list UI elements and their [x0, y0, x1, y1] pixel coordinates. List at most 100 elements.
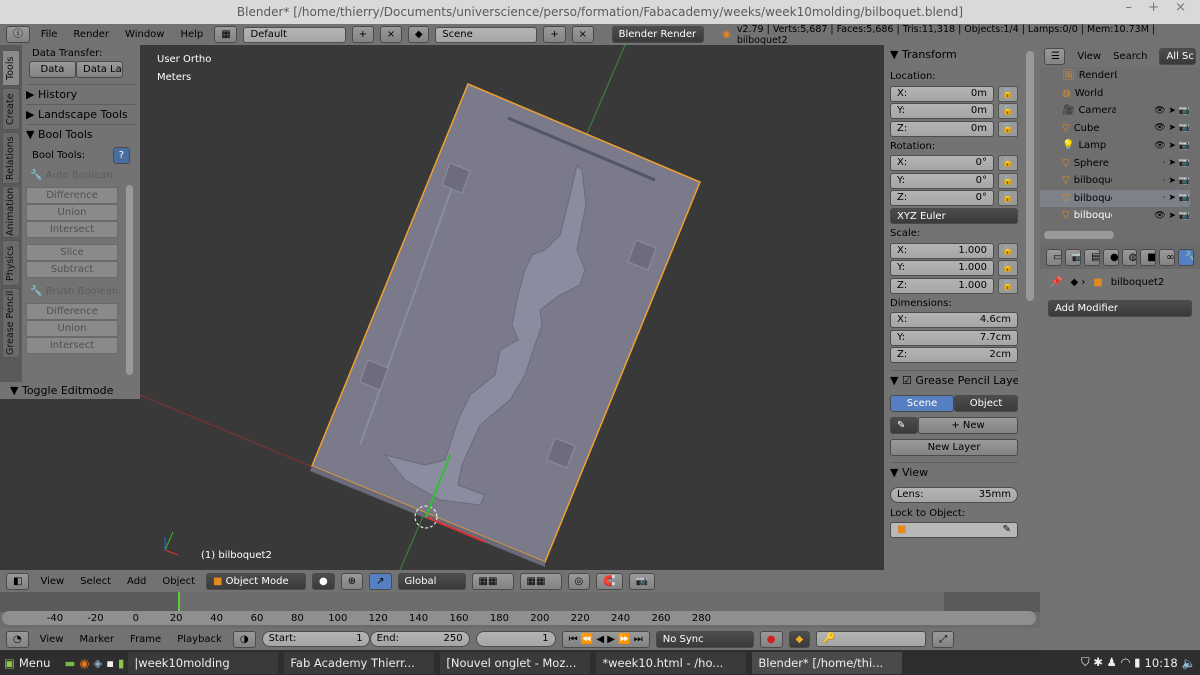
outliner-type-icon[interactable]: ☰ [1044, 47, 1066, 65]
add-icon[interactable]: + [543, 26, 566, 43]
keyframe-icon[interactable]: ◆ [788, 630, 811, 648]
visibility-icons[interactable]: 👁 ➤ 📷 [1154, 141, 1190, 151]
window-controls[interactable]: – + × [1125, 0, 1192, 15]
lock-icon[interactable]: 🔓 [998, 85, 1018, 102]
taskbar-window-button[interactable]: Fab Academy Thierr... [284, 651, 435, 674]
scene-icon[interactable]: ◆ [407, 26, 430, 43]
properties-type-icon[interactable]: ▭ [1046, 248, 1062, 266]
outliner-item[interactable]: 💡 Lamp 👁 ➤ 📷 [1040, 137, 1190, 155]
location-y-field[interactable]: Y: 0m [890, 103, 994, 120]
sync-select[interactable]: No Sync [655, 630, 754, 648]
tl-menu-playback[interactable]: Playback [172, 634, 227, 645]
panel-grease-pencil-layers[interactable]: ▼ ☑ Grease Pencil Layers [890, 370, 1018, 390]
layout-select[interactable]: Default [243, 26, 346, 43]
shading-select-icon[interactable]: ● [312, 572, 335, 590]
outliner-item[interactable]: 🖼 RenderL [1040, 67, 1190, 85]
pencil-icon[interactable]: ✎ [890, 417, 918, 434]
gp-object-button[interactable]: Object [954, 395, 1018, 412]
snap-icon[interactable]: 🧲 [596, 572, 623, 590]
lens-field[interactable]: Lens: 35mm [890, 487, 1018, 503]
panel-history[interactable]: ▶ History [26, 84, 136, 104]
data-button[interactable]: Data [29, 61, 76, 78]
editor-type-3d-icon[interactable]: ◧ [6, 572, 30, 590]
tl-menu-frame[interactable]: Frame [125, 634, 166, 645]
taskbar-window-button[interactable]: [Nouvel onglet - Moz... [440, 651, 591, 674]
outliner-item[interactable]: ▽bilboque · ➤ 📷 [1040, 189, 1190, 207]
tab-grease-pencil[interactable]: Grease Pencil [2, 288, 20, 358]
rotation-y-field[interactable]: Y: 0° [890, 172, 994, 189]
data-layers-button[interactable]: Data La [76, 61, 123, 78]
menu-button[interactable]: Menu [19, 656, 51, 670]
manipulator-icon[interactable]: ↗ [369, 572, 392, 590]
visibility-icons[interactable]: 👁 ➤ 📷 [1154, 123, 1190, 133]
panel-toggle-editmode[interactable]: ▼ Toggle Editmode [0, 382, 140, 399]
gp-new-layer-button[interactable]: New Layer [890, 439, 1018, 456]
lock-icon[interactable]: 🔓 [998, 172, 1018, 189]
current-frame-marker[interactable] [178, 592, 180, 612]
menu-add[interactable]: Add [122, 576, 151, 587]
lock-icon[interactable]: 🔓 [998, 190, 1018, 207]
outliner-item[interactable]: ▽bilboque · ➤ 📷 [1040, 172, 1190, 190]
scale-x-field[interactable]: X: 1.000 [890, 242, 994, 259]
render-icon[interactable]: 📷 [628, 572, 656, 590]
tab-create[interactable]: Create [2, 88, 20, 130]
taskbar-window-button[interactable]: |week10molding [128, 651, 279, 674]
menu-file[interactable]: File [36, 29, 63, 40]
timeline[interactable] [0, 592, 1040, 628]
pin-icon[interactable]: 📌 [1050, 277, 1062, 288]
end-frame-field[interactable]: End: 250 [369, 631, 470, 647]
files-icon[interactable]: ▮ [118, 656, 124, 670]
visibility-icons[interactable]: 👁 ➤ 📷 [1154, 211, 1190, 221]
editor-type-timeline-icon[interactable]: ◔ [6, 630, 29, 648]
preview-range-icon[interactable]: ◑ [232, 630, 256, 648]
outliner-item[interactable]: 🎥 Camera 👁 ➤ 📷 [1040, 102, 1190, 120]
taskbar-window-button[interactable]: *week10.html - /ho... [596, 651, 747, 674]
tab-tools[interactable]: Tools [2, 50, 20, 86]
layers-grid-icon[interactable]: ▦▦ [471, 572, 514, 590]
lock-icon[interactable]: 🔓 [998, 155, 1018, 172]
tool-shelf-scrollbar[interactable] [126, 185, 133, 375]
layers-grid-2-icon[interactable]: ▦▦ [519, 572, 562, 590]
pivot-icon[interactable]: ⊕ [340, 572, 364, 590]
add-modifier-select[interactable]: Add Modifier [1048, 300, 1192, 317]
show-desktop-icon[interactable]: ▬ [64, 656, 75, 670]
brush-intersect-button[interactable]: Intersect [26, 337, 118, 354]
gp-new-button[interactable]: + New [918, 417, 1018, 434]
visibility-icons[interactable]: 👁 ➤ 📷 [1154, 106, 1190, 116]
tl-menu-marker[interactable]: Marker [74, 634, 119, 645]
auto-slice-button[interactable]: Slice [26, 244, 118, 261]
record-icon[interactable]: ● [759, 630, 783, 648]
gp-scene-button[interactable]: Scene [890, 395, 954, 412]
orientation-select[interactable]: Global [397, 572, 466, 590]
location-z-field[interactable]: Z: 0m [890, 120, 994, 137]
modifiers-tab-icon[interactable]: 🔧 [1177, 248, 1194, 266]
object-tab-icon[interactable]: ■ [1140, 248, 1157, 266]
mint-menu-icon[interactable]: ▣ [4, 656, 15, 670]
menu-help[interactable]: Help [175, 29, 208, 40]
dimension-y-field[interactable]: Y: 7.7cm [890, 329, 1018, 346]
brush-difference-button[interactable]: Difference [26, 303, 118, 320]
visibility-icons[interactable]: · ➤ 📷 [1163, 193, 1190, 203]
panel-transform[interactable]: ▼ Transform [890, 45, 1018, 65]
outliner-item[interactable]: ▽ Cube 👁 ➤ 📷 [1040, 120, 1190, 138]
auto-intersect-button[interactable]: Intersect [26, 221, 118, 238]
scene-select[interactable]: Scene [435, 26, 538, 43]
help-icon[interactable]: ? [112, 147, 130, 164]
taskbar-window-button[interactable]: Blender* [/home/thi... [752, 651, 903, 674]
playback-controls[interactable]: ⏮ ⏪ ◀ ▶ ⏩ ⏭ [561, 630, 650, 648]
outliner-filter-select[interactable]: All Sc [1159, 47, 1196, 65]
menu-render[interactable]: Render [68, 29, 114, 40]
panel-bool-tools[interactable]: ▼ Bool Tools [26, 124, 136, 144]
start-frame-field[interactable]: Start: 1 [261, 631, 370, 647]
layers-tab-icon[interactable]: ▤ [1084, 248, 1100, 266]
scale-y-field[interactable]: Y: 1.000 [890, 260, 994, 277]
outliner-item[interactable]: ◍ World [1040, 85, 1190, 103]
add-icon[interactable]: + [351, 26, 374, 43]
tray-icons[interactable]: ⛉ ✱ ♟ ◠ ▮ [1081, 655, 1141, 670]
3d-viewport[interactable]: User Ortho Meters (1) bilboquet2 [140, 45, 884, 570]
menu-select[interactable]: Select [75, 576, 116, 587]
menu-view[interactable]: View [35, 576, 69, 587]
layout-icon[interactable]: ▦ [214, 26, 238, 43]
lock-icon[interactable]: 🔓 [998, 260, 1018, 277]
thunderbird-icon[interactable]: ◈ [93, 656, 102, 670]
